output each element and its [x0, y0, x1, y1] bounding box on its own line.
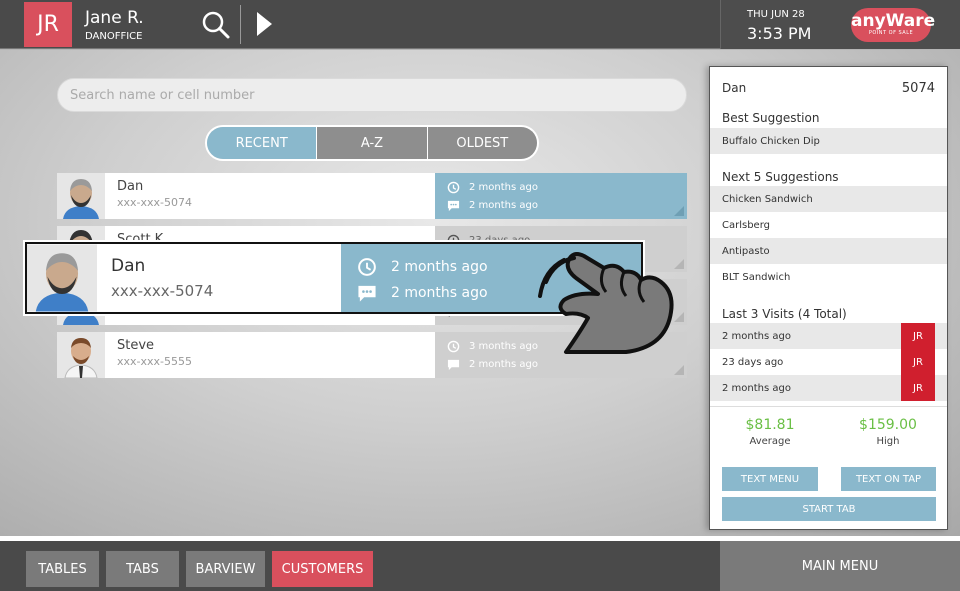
visit-date: 2 months ago	[722, 330, 791, 342]
average-label: Average	[749, 436, 791, 447]
search-icon[interactable]	[200, 9, 232, 41]
user-avatar[interactable]: JR	[24, 2, 72, 47]
customer-info: Dan xxx-xxx-5074	[105, 173, 435, 219]
anyware-logo: anyWare POINT OF SALE	[851, 8, 935, 42]
tap-hand-icon	[536, 252, 684, 360]
last-visit-text: 3 months ago	[469, 340, 538, 352]
customer-name: Dan	[111, 256, 146, 276]
last-visit-text: 2 months ago	[469, 181, 538, 193]
visit-date: 2 months ago	[722, 382, 791, 394]
customer-phone: xxx-xxx-5555	[117, 355, 192, 368]
server-badge: JR	[901, 375, 935, 401]
customer-info: Dan xxx-xxx-5074	[97, 244, 341, 312]
logo-text: anyWare	[851, 11, 936, 31]
customer-phone: xxx-xxx-5074	[117, 196, 192, 209]
last-visit-text: 2 months ago	[391, 259, 488, 275]
panel-customer-name: Dan	[722, 81, 747, 95]
average-stat: $81.81 Average	[720, 417, 820, 447]
high-label: High	[876, 436, 900, 447]
suggestion-item[interactable]: Antipasto	[710, 238, 947, 264]
visit-item[interactable]: 23 days ago JR	[710, 349, 947, 375]
panel-customer-id: 5074	[901, 81, 935, 96]
panel-divider	[710, 406, 947, 407]
bottom-nav-bar: TABLES TABS BARVIEW CUSTOMERS MAIN MENU	[0, 536, 960, 591]
header-separator	[240, 5, 241, 44]
last-text-text: 2 months ago	[469, 358, 538, 370]
text-menu-button[interactable]: TEXT MENU	[722, 467, 818, 491]
customer-avatar	[57, 173, 105, 219]
start-tab-button[interactable]: START TAB	[722, 497, 936, 521]
logo-subtext: POINT OF SALE	[868, 30, 914, 36]
last-text-text: 2 months ago	[469, 199, 538, 211]
message-icon	[357, 283, 379, 303]
customer-phone: xxx-xxx-5074	[111, 282, 214, 300]
visit-date: 23 days ago	[722, 356, 784, 368]
nav-barview-button[interactable]: BARVIEW	[186, 551, 265, 587]
message-icon	[447, 358, 461, 371]
text-on-tap-button[interactable]: TEXT ON TAP	[841, 467, 936, 491]
nav-customers-button[interactable]: CUSTOMERS	[272, 551, 373, 587]
high-stat: $159.00 High	[838, 417, 938, 447]
average-value: $81.81	[745, 417, 795, 433]
history-icon	[447, 181, 461, 194]
next-suggestions-title: Next 5 Suggestions	[722, 170, 839, 184]
header-clock-area: THU JUN 28 3:53 PM anyWare POINT OF SALE	[720, 0, 960, 49]
row-corner-indicator	[674, 365, 684, 375]
suggestion-item[interactable]: Carlsberg	[710, 212, 947, 238]
suggestion-item[interactable]: Chicken Sandwich	[710, 186, 947, 212]
play-icon[interactable]	[257, 12, 272, 36]
high-value: $159.00	[859, 417, 917, 433]
message-icon	[447, 199, 461, 212]
nav-tables-button[interactable]: TABLES	[26, 551, 99, 587]
server-badge: JR	[901, 323, 935, 349]
customer-detail-panel: Dan 5074 Best Suggestion Buffalo Chicken…	[709, 66, 948, 530]
customer-row[interactable]: Dan xxx-xxx-5074 2 months ago 2 months a…	[57, 173, 687, 219]
visit-item[interactable]: 2 months ago JR	[710, 323, 947, 349]
customer-name: Dan	[117, 179, 144, 194]
visit-item[interactable]: 2 months ago JR	[710, 375, 947, 401]
best-suggestion-item[interactable]: Buffalo Chicken Dip	[710, 128, 947, 154]
customer-search-input[interactable]	[57, 78, 687, 112]
tab-recent[interactable]: RECENT	[207, 127, 317, 159]
history-icon	[357, 257, 379, 277]
history-icon	[447, 340, 461, 353]
time-label: 3:53 PM	[747, 24, 812, 43]
nav-tabs-button[interactable]: TABS	[106, 551, 179, 587]
customer-name: Steve	[117, 338, 155, 353]
visits-title: Last 3 Visits (4 Total)	[722, 307, 847, 321]
top-bar: JR Jane R. DANOFFICE THU JUN 28 3:53 PM …	[0, 0, 960, 49]
date-label: THU JUN 28	[747, 9, 805, 20]
row-corner-indicator	[674, 206, 684, 216]
user-office: DANOFFICE	[85, 31, 143, 42]
sort-segmented-control: RECENT A-Z OLDEST	[205, 125, 539, 161]
tab-oldest[interactable]: OLDEST	[426, 127, 537, 159]
customer-activity: 2 months ago 2 months ago	[435, 173, 687, 219]
suggestion-item[interactable]: BLT Sandwich	[710, 264, 947, 290]
customer-avatar	[27, 244, 97, 312]
server-badge: JR	[901, 349, 935, 375]
tab-a-z[interactable]: A-Z	[316, 127, 427, 159]
main-menu-button[interactable]: MAIN MENU	[720, 541, 960, 591]
last-text-text: 2 months ago	[391, 285, 488, 301]
user-name: Jane R.	[85, 8, 144, 28]
customer-info: Steve xxx-xxx-5555	[105, 332, 435, 378]
best-suggestion-title: Best Suggestion	[722, 111, 820, 125]
customer-avatar	[57, 332, 105, 378]
